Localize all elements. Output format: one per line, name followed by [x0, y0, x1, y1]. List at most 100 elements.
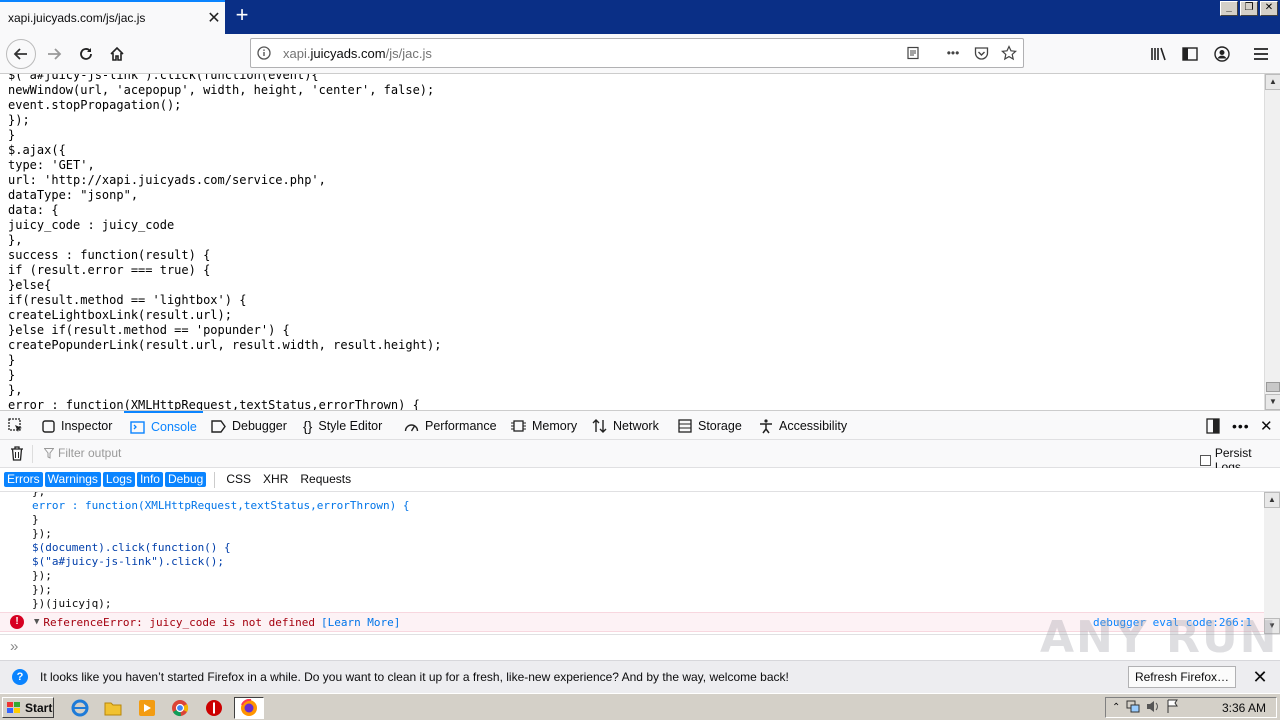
close-icon[interactable]: ✕ — [203, 8, 225, 28]
taskbar-firefox-button[interactable] — [234, 697, 264, 719]
close-icon[interactable]: ✕ — [1250, 667, 1270, 688]
security-shield-icon[interactable] — [204, 698, 224, 718]
clear-console-button[interactable] — [10, 446, 24, 464]
error-text: ReferenceError: juicy_code is not define… — [43, 615, 315, 629]
dock-toggle-button[interactable] — [1206, 411, 1220, 441]
console-log-source: }, error : function(XMLHttpRequest,textS… — [0, 492, 1264, 611]
tab-label: Console — [151, 420, 197, 434]
scroll-up-arrow[interactable]: ▲ — [1264, 492, 1280, 508]
tab-network[interactable]: Network — [592, 411, 659, 441]
sidebar-icon[interactable] — [1176, 40, 1204, 68]
filter-funnel-icon — [44, 447, 54, 459]
window-controls: _ ❐ ✕ — [1220, 1, 1278, 16]
close-icon: ✕ — [1260, 418, 1273, 435]
tab-label: Style Editor — [318, 419, 383, 433]
filter-output-input[interactable]: Filter output — [44, 446, 121, 460]
tab-debugger[interactable]: Debugger — [211, 411, 287, 441]
checkbox-box[interactable] — [1200, 454, 1211, 466]
library-icon[interactable] — [1145, 40, 1173, 68]
dock-side-icon — [1206, 418, 1220, 434]
reload-button[interactable] — [72, 40, 100, 68]
console-error-message[interactable]: ! ▼ ReferenceError: juicy_code is not de… — [0, 612, 1264, 632]
page-source-view[interactable]: $("a#juicy-js-link").click(function(even… — [0, 74, 1264, 410]
tray-expand-icon[interactable]: ⌃ — [1112, 702, 1120, 713]
filter-debug-button[interactable]: Debug — [164, 472, 207, 487]
source-code-text: $("a#juicy-js-link").click(function(even… — [8, 74, 442, 410]
network-icon[interactable] — [1126, 700, 1140, 716]
inspector-icon — [42, 419, 55, 433]
console-line: error : function(XMLHttpRequest,textStat… — [32, 499, 410, 512]
devtools-menu-button[interactable]: ••• — [1232, 411, 1250, 441]
filter-info-button[interactable]: Info — [136, 472, 163, 487]
minimize-button[interactable]: _ — [1220, 1, 1238, 16]
new-tab-button[interactable]: + — [230, 4, 254, 28]
media-player-icon[interactable] — [137, 698, 157, 718]
taskbar: Start ⌃ 3:36 AM — [0, 693, 1280, 720]
console-line: }); — [32, 569, 52, 582]
console-scrollbar[interactable]: ▲ ▼ — [1264, 492, 1280, 634]
clock[interactable]: 3:36 AM — [1222, 701, 1266, 715]
page-actions-icon[interactable]: ••• — [939, 46, 967, 60]
bookmark-star-icon[interactable] — [995, 45, 1023, 61]
ie-icon[interactable] — [70, 698, 90, 718]
filter-css-button[interactable]: CSS — [221, 472, 256, 487]
reader-view-icon[interactable] — [899, 46, 927, 60]
tab-accessibility[interactable]: Accessibility — [759, 411, 847, 441]
tab-label: Debugger — [232, 419, 287, 433]
console-icon — [130, 420, 145, 434]
tab-inspector[interactable]: Inspector — [42, 411, 112, 441]
flag-icon[interactable] — [1166, 699, 1180, 716]
account-icon[interactable] — [1208, 40, 1236, 68]
page-scrollbar[interactable]: ▲ ▼ — [1264, 74, 1280, 410]
chrome-icon[interactable] — [170, 698, 190, 718]
home-icon — [110, 46, 124, 61]
trash-icon — [11, 446, 23, 461]
forward-button[interactable] — [40, 40, 68, 68]
tab-title: xapi.juicyads.com/js/jac.js — [8, 11, 146, 25]
filter-requests-button[interactable]: Requests — [295, 472, 356, 487]
back-button[interactable] — [6, 39, 36, 69]
scroll-down-arrow[interactable]: ▼ — [1265, 394, 1280, 410]
arrow-left-icon — [13, 48, 27, 60]
pocket-icon[interactable] — [967, 46, 995, 60]
tab-memory[interactable]: Memory — [511, 411, 577, 441]
scroll-up-arrow[interactable]: ▲ — [1265, 74, 1280, 90]
start-button[interactable]: Start — [2, 697, 54, 718]
devtools-toolbar: Inspector Console Debugger {} Style Edit… — [0, 410, 1280, 440]
volume-icon[interactable] — [1146, 700, 1160, 716]
console-input[interactable]: » — [0, 634, 1280, 660]
close-devtools-button[interactable]: ✕ — [1260, 411, 1273, 441]
folder-icon[interactable] — [103, 698, 123, 718]
filter-warnings-button[interactable]: Warnings — [44, 472, 101, 487]
tab-console[interactable]: Console — [124, 411, 203, 441]
refresh-firefox-button[interactable]: Refresh Firefox… — [1127, 666, 1236, 688]
error-source-link[interactable]: debugger eval code:266:1 — [1093, 616, 1252, 629]
tab-strip: xapi.juicyads.com/js/jac.js ✕ + _ ❐ ✕ — [0, 0, 1280, 34]
url-text[interactable]: xapi.juicyads.com/js/jac.js — [277, 46, 899, 61]
arrow-right-icon — [48, 48, 62, 60]
browser-tab[interactable]: xapi.juicyads.com/js/jac.js ✕ — [0, 0, 225, 34]
console-line: }); — [32, 527, 52, 540]
tab-storage[interactable]: Storage — [678, 411, 742, 441]
restore-button[interactable]: ❐ — [1240, 1, 1258, 16]
close-window-button[interactable]: ✕ — [1260, 1, 1278, 16]
home-button[interactable] — [103, 40, 131, 68]
filter-errors-button[interactable]: Errors — [4, 472, 43, 487]
element-picker-button[interactable] — [8, 411, 24, 441]
url-bar[interactable]: xapi.juicyads.com/js/jac.js ••• — [250, 38, 1024, 68]
tab-style-editor[interactable]: {} Style Editor — [303, 411, 382, 441]
navigation-toolbar: xapi.juicyads.com/js/jac.js ••• — [0, 34, 1280, 74]
scrollbar-thumb[interactable] — [1266, 382, 1280, 392]
tab-performance[interactable]: Performance — [404, 411, 497, 441]
system-tray: ⌃ 3:36 AM — [1105, 697, 1277, 718]
accessibility-icon — [760, 418, 772, 433]
learn-more-link[interactable]: [Learn More] — [321, 616, 400, 629]
filter-logs-button[interactable]: Logs — [102, 472, 135, 487]
info-icon[interactable] — [251, 46, 277, 60]
toolbar-divider — [32, 445, 33, 463]
console-line: }); — [32, 583, 52, 596]
hamburger-menu-icon[interactable] — [1247, 40, 1275, 68]
expand-triangle-icon[interactable]: ▼ — [34, 617, 39, 627]
scroll-down-arrow[interactable]: ▼ — [1264, 618, 1280, 634]
filter-xhr-button[interactable]: XHR — [258, 472, 293, 487]
